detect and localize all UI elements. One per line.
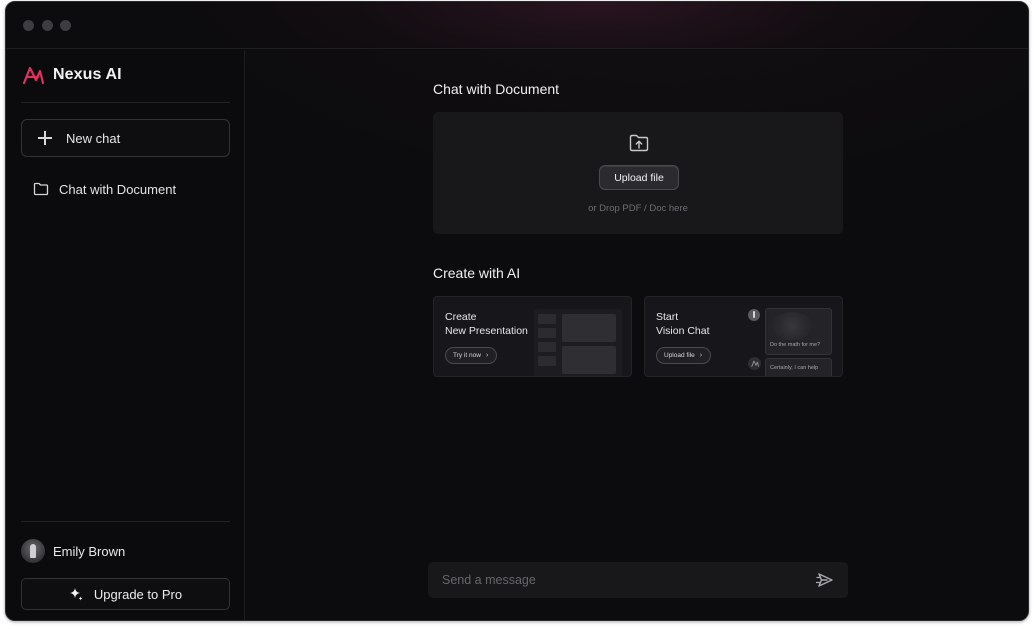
vision-answer-text: Certainly, I can help (770, 365, 819, 371)
window-minimize-button[interactable] (42, 20, 53, 31)
sidebar-divider-top (21, 102, 230, 103)
nexus-logo-icon (22, 66, 44, 85)
new-chat-button[interactable]: New chat (21, 119, 230, 157)
user-mini-avatar (748, 309, 760, 321)
slide-thumbnail (538, 356, 556, 366)
create-section-title: Create with AI (433, 265, 521, 281)
create-presentation-card[interactable]: Create New Presentation Try it now › (433, 296, 632, 377)
pill-label: Upload file (664, 352, 695, 359)
window-zoom-button[interactable] (60, 20, 71, 31)
vision-upload-file-button[interactable]: Upload file › (656, 347, 712, 364)
upgrade-to-pro-button[interactable]: Upgrade to Pro (21, 578, 230, 610)
chevron-right-icon: › (485, 352, 489, 359)
slide-canvas (562, 346, 616, 374)
try-it-now-button[interactable]: Try it now › (445, 347, 498, 364)
app-window: Nexus AI New chat Chat with Document Emi… (5, 1, 1029, 621)
vision-question-bubble: Do the math for me? (765, 308, 832, 355)
card-title: Start Vision Chat (656, 310, 710, 338)
slide-thumbnail (538, 342, 556, 352)
send-icon[interactable] (816, 572, 834, 588)
slide-thumbnail (538, 314, 556, 324)
plus-icon (38, 131, 52, 145)
title-bar (6, 2, 1028, 49)
chevron-right-icon: › (699, 352, 703, 359)
sidebar: Nexus AI New chat Chat with Document Emi… (6, 50, 245, 620)
vision-answer-bubble: Certainly, I can help (765, 358, 832, 376)
card-title: Create New Presentation (445, 310, 528, 338)
upload-file-button[interactable]: Upload file (599, 165, 679, 190)
message-composer (428, 562, 848, 598)
brand[interactable]: Nexus AI (22, 64, 122, 86)
avatar (21, 539, 45, 563)
sidebar-item-label: Chat with Document (59, 181, 177, 197)
message-input[interactable] (428, 562, 808, 598)
document-dropzone[interactable]: Upload file or Drop PDF / Doc here (433, 112, 843, 234)
brand-name: Nexus AI (53, 66, 122, 83)
sidebar-divider-bottom (21, 521, 230, 522)
window-close-button[interactable] (23, 20, 34, 31)
card-title-line2: New Presentation (445, 325, 528, 337)
vision-chat-card[interactable]: Start Vision Chat Upload file › Do the m… (644, 296, 843, 377)
slide-thumbnail (538, 328, 556, 338)
slide-canvas (562, 314, 616, 342)
pill-label: Try it now (453, 352, 481, 359)
sidebar-item-chat-with-document[interactable]: Chat with Document (33, 179, 176, 199)
card-title-line1: Create (445, 311, 477, 323)
user-name: Emily Brown (53, 543, 126, 559)
document-section-title: Chat with Document (433, 81, 560, 97)
drop-hint: or Drop PDF / Doc here (588, 203, 688, 214)
card-title-line1: Start (656, 311, 679, 323)
nexus-logo-icon (750, 360, 759, 367)
assistant-mini-avatar (748, 357, 761, 370)
image-thumbnail (772, 312, 812, 340)
user-profile[interactable]: Emily Brown (21, 538, 125, 564)
folder-upload-icon (629, 134, 649, 152)
card-title-line2: Vision Chat (656, 325, 710, 337)
sparkle-icon (69, 588, 83, 601)
presentation-preview (534, 309, 622, 376)
vision-question-text: Do the math for me? (770, 342, 821, 348)
new-chat-label: New chat (66, 130, 121, 146)
folder-icon (33, 182, 49, 196)
main-panel: Chat with Document Upload file or Drop P… (246, 50, 1028, 620)
upgrade-label: Upgrade to Pro (93, 586, 183, 602)
